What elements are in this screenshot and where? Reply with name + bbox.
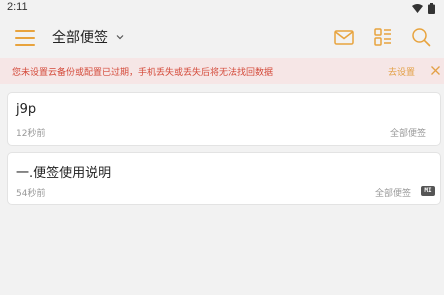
hamburger-menu-icon[interactable] [15,26,37,48]
toolbar: 全部便签 [0,18,444,56]
backup-warning-banner: 您未设置云备份或配置已过期，手机丢失或丢失后将无法找回数据 去设置 [0,58,444,84]
folder-selector[interactable]: 全部便签 [52,27,124,47]
note-time: 54秒前 [16,189,46,199]
note-title: 一.便签使用说明 [16,166,112,181]
wifi-icon [412,4,423,13]
banner-message: 您未设置云备份或配置已过期，手机丢失或丢失后将无法找回数据 [12,68,274,78]
folder-title: 全部便签 [52,30,108,46]
mail-icon[interactable] [333,26,355,48]
mi-badge: MI [421,186,435,196]
status-bar: 2:11 [0,0,444,16]
status-time: 2:11 [7,1,28,13]
note-title: j9p [16,102,37,117]
status-icons [412,3,435,14]
chevron-down-icon [116,35,124,40]
battery-icon [428,3,435,14]
note-card[interactable]: j9p 12秒前 全部便签 [7,92,441,146]
note-time: 12秒前 [16,129,46,139]
go-settings-link[interactable]: 去设置 [388,65,415,78]
note-card[interactable]: 一.便签使用说明 54秒前 全部便签 MI [7,152,441,205]
note-folder: 全部便签 [390,129,427,139]
close-icon[interactable] [430,65,441,76]
search-icon[interactable] [410,26,432,48]
list-layout-icon[interactable] [372,26,394,48]
note-folder: 全部便签 [375,189,412,199]
